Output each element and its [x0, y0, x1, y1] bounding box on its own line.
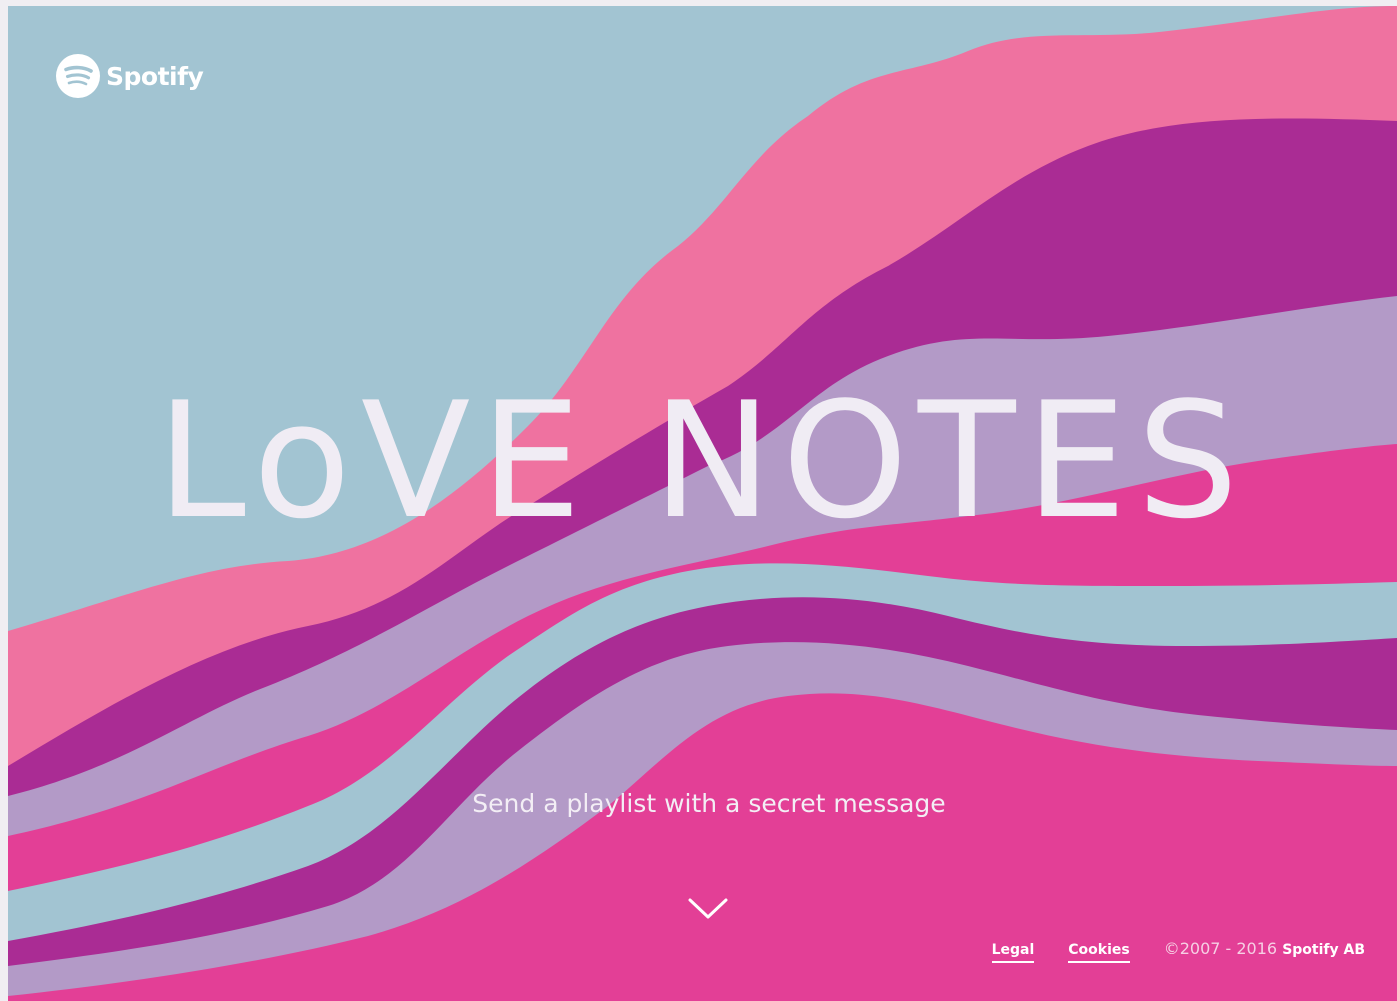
- chevron-down-icon[interactable]: [687, 894, 729, 922]
- brand-name: Spotify: [106, 61, 204, 91]
- cookies-link[interactable]: Cookies: [1068, 942, 1130, 963]
- copyright-years: ©2007 - 2016: [1163, 939, 1278, 958]
- footer: Legal Cookies ©2007 - 2016 Spotify AB: [991, 939, 1365, 963]
- page-title: LoVE NOTES: [156, 367, 1249, 554]
- legal-link[interactable]: Legal: [991, 942, 1035, 963]
- spotify-logo-icon: [56, 54, 100, 98]
- copyright-owner: Spotify AB: [1282, 942, 1365, 958]
- copyright: ©2007 - 2016 Spotify AB: [1164, 939, 1365, 958]
- hero-subtitle: Send a playlist with a secret message: [472, 789, 946, 818]
- spotify-logo[interactable]: Spotify: [56, 54, 204, 98]
- hero-section: Spotify LoVE NOTES Send a playlist with …: [8, 6, 1397, 1001]
